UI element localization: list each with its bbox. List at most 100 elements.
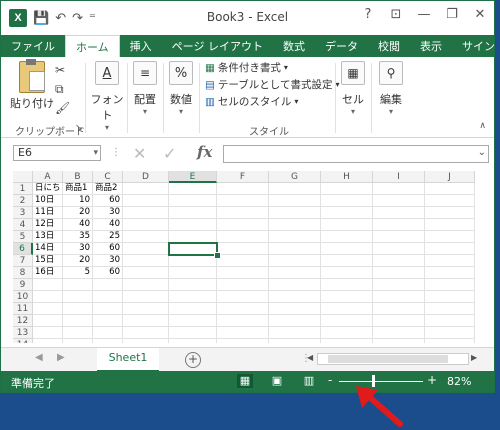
cell-h14[interactable] xyxy=(321,339,373,343)
cell-i12[interactable] xyxy=(373,315,425,327)
cell-h8[interactable] xyxy=(321,267,373,279)
cell-c6[interactable]: 60 xyxy=(93,243,123,255)
cell-b10[interactable] xyxy=(63,291,93,303)
cell-e7[interactable] xyxy=(169,255,217,267)
cell-d7[interactable] xyxy=(123,255,169,267)
cell-styles-button[interactable]: ▥ セルのスタイル ▾ xyxy=(205,93,340,110)
cell-c2[interactable]: 60 xyxy=(93,195,123,207)
cell-i2[interactable] xyxy=(373,195,425,207)
cell-g12[interactable] xyxy=(269,315,321,327)
cell-c11[interactable] xyxy=(93,303,123,315)
cell-d14[interactable] xyxy=(123,339,169,343)
cell-b2[interactable]: 10 xyxy=(63,195,93,207)
row-header-1[interactable]: 1 xyxy=(13,183,33,195)
cell-b7[interactable]: 20 xyxy=(63,255,93,267)
cell-c12[interactable] xyxy=(93,315,123,327)
cell-i5[interactable] xyxy=(373,231,425,243)
add-sheet-icon[interactable]: + xyxy=(185,352,201,368)
cell-j8[interactable] xyxy=(425,267,475,279)
prev-sheet-icon[interactable]: ◀ xyxy=(35,352,43,363)
cell-g8[interactable] xyxy=(269,267,321,279)
insert-function-icon[interactable]: fx xyxy=(197,143,212,161)
tab-review[interactable]: 校閲 xyxy=(368,35,410,57)
column-header-h[interactable]: H xyxy=(321,171,373,183)
zoom-level[interactable]: 82% xyxy=(447,375,471,388)
expand-formula-bar-icon[interactable]: ⌄ xyxy=(478,147,486,158)
tab-data[interactable]: データ xyxy=(315,35,368,57)
scroll-left-icon[interactable]: ◀ xyxy=(307,353,313,362)
page-break-view-icon[interactable]: ▥ xyxy=(301,374,317,388)
cell-f9[interactable] xyxy=(217,279,269,291)
cell-g2[interactable] xyxy=(269,195,321,207)
cell-a9[interactable] xyxy=(33,279,63,291)
column-header-b[interactable]: B xyxy=(63,171,93,183)
cell-f7[interactable] xyxy=(217,255,269,267)
formula-bar-handle-icon[interactable]: ⋮ xyxy=(111,147,121,158)
cell-h13[interactable] xyxy=(321,327,373,339)
cell-a4[interactable]: 12日 xyxy=(33,219,63,231)
cell-d8[interactable] xyxy=(123,267,169,279)
row-header-9[interactable]: 9 xyxy=(13,279,33,291)
column-header-e[interactable]: E xyxy=(169,171,217,183)
cell-f5[interactable] xyxy=(217,231,269,243)
cell-j9[interactable] xyxy=(425,279,475,291)
cell-c14[interactable] xyxy=(93,339,123,343)
row-header-11[interactable]: 11 xyxy=(13,303,33,315)
cell-b3[interactable]: 20 xyxy=(63,207,93,219)
cell-b13[interactable] xyxy=(63,327,93,339)
paste-button[interactable]: 貼り付け xyxy=(9,59,55,111)
name-box[interactable]: E6 ▾ xyxy=(13,145,101,161)
cell-c3[interactable]: 30 xyxy=(93,207,123,219)
cell-f12[interactable] xyxy=(217,315,269,327)
cell-a8[interactable]: 16日 xyxy=(33,267,63,279)
cells-button[interactable]: ▦ セル ▾ xyxy=(337,59,369,116)
cell-a7[interactable]: 15日 xyxy=(33,255,63,267)
cell-g10[interactable] xyxy=(269,291,321,303)
cell-h12[interactable] xyxy=(321,315,373,327)
cell-i6[interactable] xyxy=(373,243,425,255)
cell-f8[interactable] xyxy=(217,267,269,279)
tab-file[interactable]: ファイル xyxy=(1,35,65,57)
cell-e8[interactable] xyxy=(169,267,217,279)
row-header-10[interactable]: 10 xyxy=(13,291,33,303)
cell-d4[interactable] xyxy=(123,219,169,231)
tab-view[interactable]: 表示 xyxy=(410,35,452,57)
cell-b14[interactable] xyxy=(63,339,93,343)
tab-page-layout[interactable]: ページ レイアウト xyxy=(162,35,273,57)
editing-button[interactable]: ⚲ 編集 ▾ xyxy=(375,59,407,116)
cell-f13[interactable] xyxy=(217,327,269,339)
cell-i4[interactable] xyxy=(373,219,425,231)
cell-b12[interactable] xyxy=(63,315,93,327)
zoom-in-button[interactable]: + xyxy=(427,373,437,387)
number-button[interactable]: % 数値 ▾ xyxy=(165,59,197,116)
cell-g4[interactable] xyxy=(269,219,321,231)
cell-j4[interactable] xyxy=(425,219,475,231)
row-header-8[interactable]: 8 xyxy=(13,267,33,279)
restore-button[interactable]: ❐ xyxy=(444,7,460,22)
cell-b8[interactable]: 5 xyxy=(63,267,93,279)
cell-c5[interactable]: 25 xyxy=(93,231,123,243)
cell-b4[interactable]: 40 xyxy=(63,219,93,231)
font-button[interactable]: A フォント ▾ xyxy=(89,59,125,132)
sign-in-link[interactable]: サインイン xyxy=(452,35,494,57)
cell-b9[interactable] xyxy=(63,279,93,291)
cell-j11[interactable] xyxy=(425,303,475,315)
cell-e1[interactable] xyxy=(169,183,217,195)
column-header-f[interactable]: F xyxy=(217,171,269,183)
chevron-down-icon[interactable]: ▾ xyxy=(93,146,98,160)
enter-entry-icon[interactable]: ✓ xyxy=(163,144,176,163)
cell-i7[interactable] xyxy=(373,255,425,267)
column-header-d[interactable]: D xyxy=(123,171,169,183)
cell-d2[interactable] xyxy=(123,195,169,207)
format-painter-icon[interactable]: 🖌 xyxy=(55,99,70,118)
cell-j10[interactable] xyxy=(425,291,475,303)
cell-a11[interactable] xyxy=(33,303,63,315)
fill-handle[interactable] xyxy=(214,252,221,259)
cell-d10[interactable] xyxy=(123,291,169,303)
cell-f3[interactable] xyxy=(217,207,269,219)
normal-view-icon[interactable]: ▦ xyxy=(237,374,253,388)
next-sheet-icon[interactable]: ▶ xyxy=(57,352,65,363)
cell-e12[interactable] xyxy=(169,315,217,327)
help-button[interactable]: ? xyxy=(360,7,376,22)
cell-j6[interactable] xyxy=(425,243,475,255)
